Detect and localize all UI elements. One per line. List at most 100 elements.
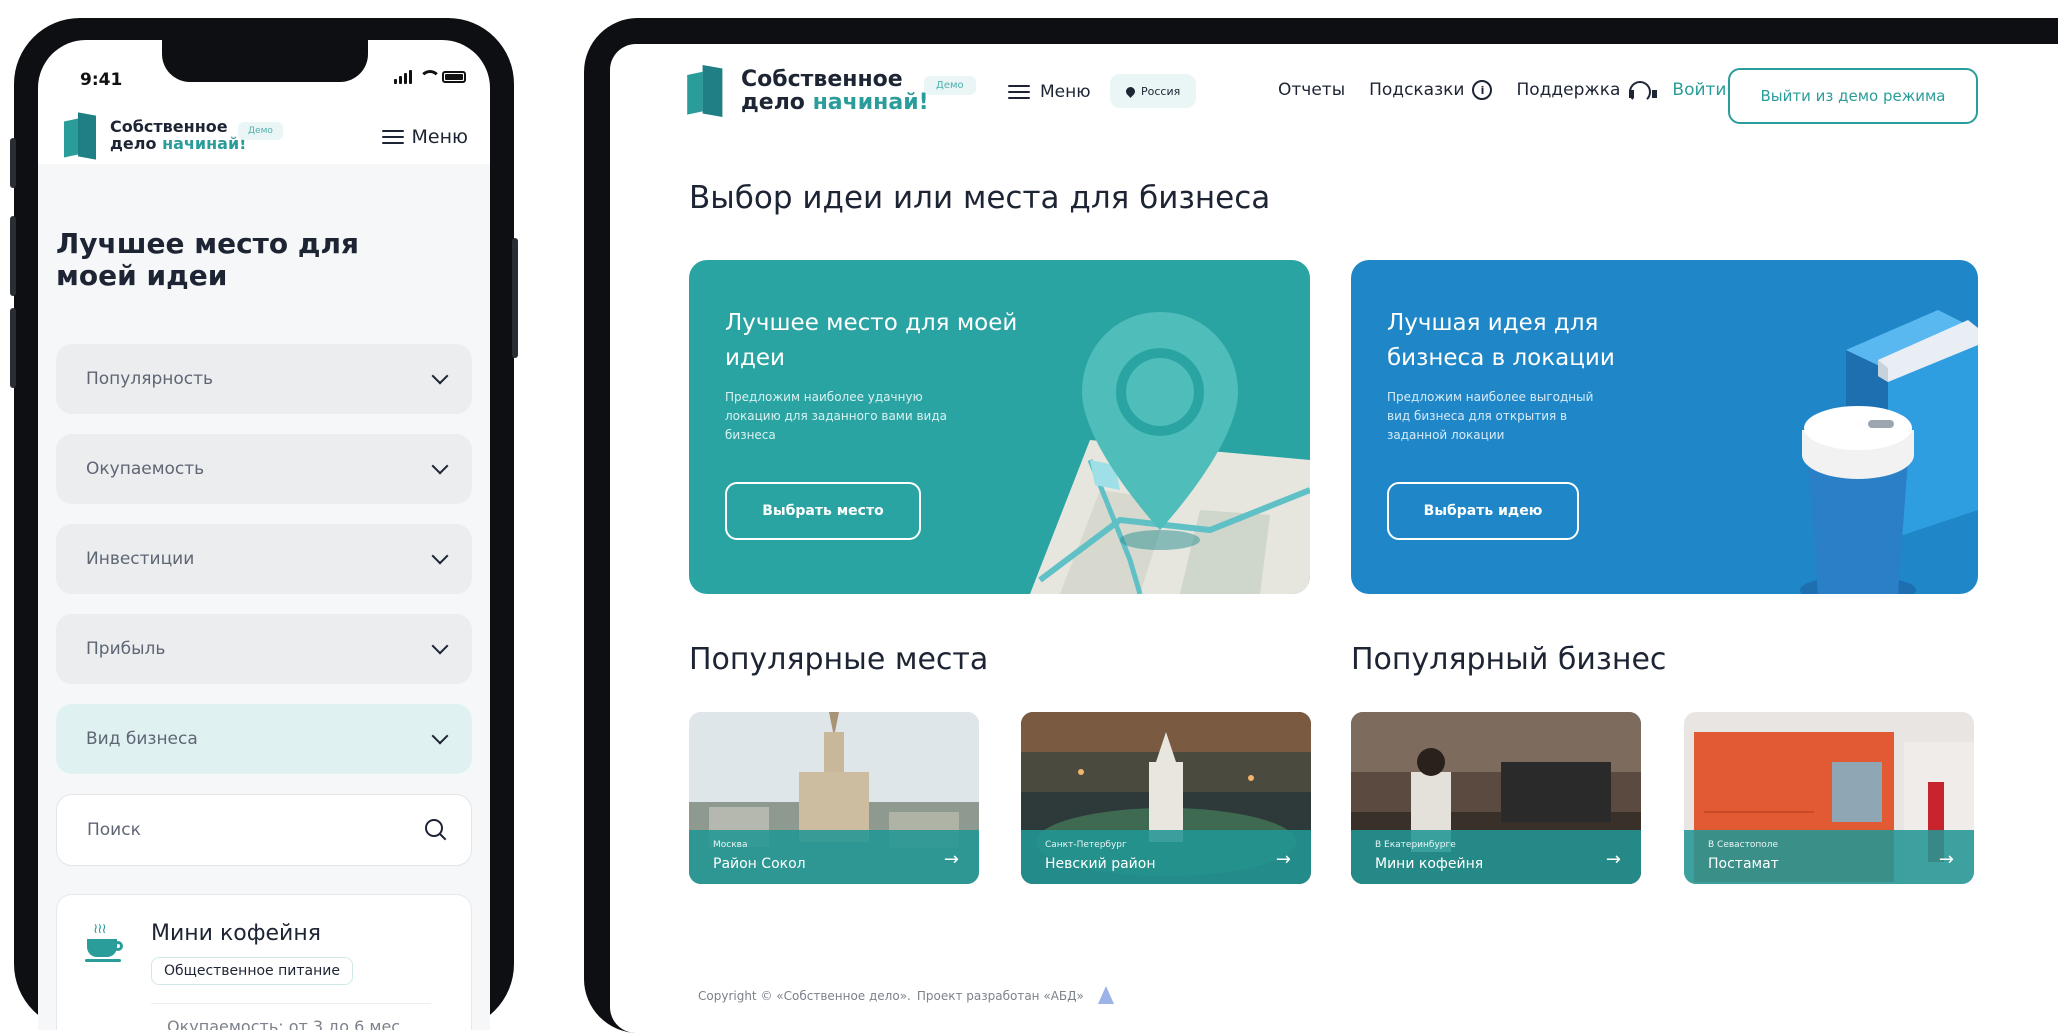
chevron-down-icon <box>431 637 449 655</box>
search-input[interactable]: Поиск <box>56 794 472 866</box>
region-label: Россия <box>1141 84 1181 98</box>
menu-button[interactable]: Меню <box>381 126 469 148</box>
footer-copyright: Copyright © «Собственное дело». <box>698 989 911 1003</box>
abd-logo-icon <box>1094 984 1118 1008</box>
logo-line2: дело начинай! <box>741 91 929 114</box>
card-category-tag: Общественное питание <box>151 957 353 985</box>
top-nav: Отчеты Подсказки i Поддержка Войти <box>1278 80 1726 103</box>
choose-place-button[interactable]: Выбрать место <box>725 482 921 540</box>
phone-body: Лучшее место для моей идеи Популярность … <box>38 164 490 1030</box>
menu-button[interactable]: Меню <box>1008 82 1091 102</box>
logo[interactable]: Собственное дело начинай! <box>64 112 247 160</box>
card-title: Мини кофейня <box>151 921 321 946</box>
chevron-down-icon <box>431 367 449 385</box>
footer-developer[interactable]: Проект разработан «АБД» <box>917 989 1084 1003</box>
menu-label: Меню <box>411 126 469 148</box>
search-placeholder: Поиск <box>87 820 141 840</box>
battery-icon <box>442 71 466 83</box>
info-icon: i <box>1472 80 1493 100</box>
business-card[interactable]: ≀≀≀ Мини кофейня Общественное питание Ок… <box>56 894 472 1030</box>
logo-line2-prefix: дело <box>110 134 157 153</box>
popular-business-title: Популярный бизнес <box>1351 642 1667 677</box>
nav-reports[interactable]: Отчеты <box>1278 80 1345 100</box>
filter-business-type[interactable]: Вид бизнеса <box>56 704 472 774</box>
filter-label: Инвестиции <box>86 549 195 569</box>
filter-popularity[interactable]: Популярность <box>56 344 472 414</box>
page-title: Лучшее место для моей идеи <box>56 227 359 293</box>
nav-support-label: Поддержка <box>1516 80 1621 100</box>
logo-text: Собственное дело начинай! <box>741 68 929 114</box>
logo-line2-prefix: дело <box>741 90 805 116</box>
box-and-cup-illustration <box>1800 310 1978 594</box>
logo-icon <box>687 65 727 118</box>
logo-line2-accent: начинай! <box>162 134 247 153</box>
tile-name: Мини кофейня <box>1375 856 1484 872</box>
tile-city: В Екатеринбурге <box>1375 840 1456 850</box>
tile-place-nevsky[interactable]: Санкт-Петербург Невский район → <box>1021 712 1311 884</box>
signal-icon <box>394 70 412 84</box>
card-payback: Окупаемость: от 3 до 6 мес. <box>167 1017 406 1030</box>
nav-hints-label: Подсказки <box>1369 80 1465 100</box>
nav-hints[interactable]: Подсказки i <box>1369 80 1493 100</box>
filter-profit[interactable]: Прибыль <box>56 614 472 684</box>
tile-business-coffee[interactable]: В Екатеринбурге Мини кофейня → <box>1351 712 1641 884</box>
hero-title: Лучшее место для моей идеи <box>725 310 1018 371</box>
filter-label: Популярность <box>86 369 214 389</box>
footer: Copyright © «Собственное дело». Проект р… <box>698 984 1118 1008</box>
hero-title: Лучшая идея для бизнеса в локации <box>1387 310 1615 371</box>
menu-icon <box>1008 85 1030 99</box>
tile-city: В Севастополе <box>1708 840 1779 850</box>
filter-label: Вид бизнеса <box>86 729 198 749</box>
menu-icon <box>381 130 404 144</box>
demo-badge: Демо <box>238 122 283 140</box>
hero-choose-idea[interactable]: Лучшая идея для бизнеса в локации Предло… <box>1351 260 1978 594</box>
demo-badge: Демо <box>924 76 976 95</box>
hero-description: Предложим наиболее выгодный вид бизнеса … <box>1387 390 1594 443</box>
arrow-right-icon: → <box>943 849 959 870</box>
tile-name: Район Сокол <box>713 856 806 872</box>
search-icon[interactable] <box>425 819 447 841</box>
phone-header: Собственное дело начинай! Демо Меню <box>64 110 468 170</box>
chevron-down-icon <box>431 727 449 745</box>
tile-place-sokol[interactable]: Москва Район Сокол → <box>689 712 979 884</box>
region-selector[interactable]: Россия <box>1110 74 1197 108</box>
logo-icon <box>64 112 100 160</box>
hero-choose-place[interactable]: Лучшее место для моей идеи Предложим наи… <box>689 260 1310 594</box>
tile-city: Москва <box>713 840 748 850</box>
exit-demo-button[interactable]: Выйти из демо режима <box>1728 68 1978 124</box>
filter-label: Окупаемость <box>86 459 205 479</box>
choose-idea-button[interactable]: Выбрать идею <box>1387 482 1579 540</box>
page-title: Выбор идеи или места для бизнеса <box>689 180 1271 216</box>
status-time: 9:41 <box>80 70 123 90</box>
arrow-right-icon: → <box>1938 849 1954 870</box>
tile-name: Постамат <box>1708 856 1779 872</box>
wifi-icon <box>418 70 441 84</box>
logo-line2: дело начинай! <box>110 134 247 153</box>
coffee-icon: ≀≀≀ <box>85 921 131 965</box>
logo[interactable]: Собственное дело начинай! <box>687 65 929 118</box>
nav-login[interactable]: Войти <box>1672 80 1726 100</box>
filter-payback[interactable]: Окупаемость <box>56 434 472 504</box>
phone-notch <box>162 40 368 82</box>
filter-label: Прибыль <box>86 639 166 659</box>
chevron-down-icon <box>431 547 449 565</box>
logo-text: Собственное дело начинай! <box>110 118 247 153</box>
nav-support[interactable]: Поддержка <box>1516 80 1658 103</box>
hero-description: Предложим наиболее удачную локацию для з… <box>725 390 947 443</box>
popular-places-title: Популярные места <box>689 642 989 677</box>
filter-investments[interactable]: Инвестиции <box>56 524 472 594</box>
menu-label: Меню <box>1040 82 1091 102</box>
phone-screen: 9:41 Собственное дело начинай! Демо Меню… <box>38 40 490 1030</box>
headset-icon <box>1628 81 1658 103</box>
logo-line2-accent: начинай! <box>812 90 929 116</box>
phone-mockup: 9:41 Собственное дело начинай! Демо Меню… <box>10 18 518 1030</box>
status-icons <box>394 70 466 84</box>
tile-business-postamat[interactable]: В Севастополе Постамат → <box>1684 712 1974 884</box>
tablet-screen: Собственное дело начинай! Демо Меню Росс… <box>610 44 2058 1033</box>
tablet-mockup: Собственное дело начинай! Демо Меню Росс… <box>584 18 2058 1033</box>
tablet-header: Собственное дело начинай! Демо Меню Росс… <box>610 44 2058 154</box>
arrow-right-icon: → <box>1275 849 1291 870</box>
pin-icon <box>1124 84 1137 98</box>
chevron-down-icon <box>431 457 449 475</box>
tile-name: Невский район <box>1045 856 1156 872</box>
